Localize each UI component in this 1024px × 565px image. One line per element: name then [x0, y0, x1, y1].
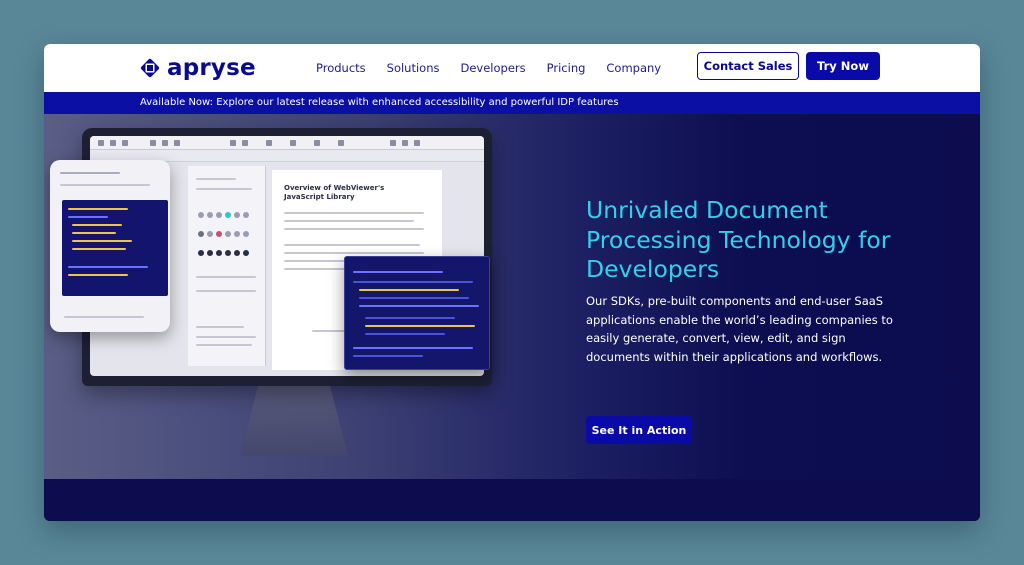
apryse-logo-icon	[140, 58, 160, 78]
see-it-in-action-button[interactable]: See It in Action	[586, 416, 692, 444]
hero-section: Overview of WebViewer's JavaScript Libra…	[44, 114, 980, 479]
announcement-text[interactable]: Available Now: Explore our latest releas…	[140, 97, 619, 108]
contact-sales-button[interactable]: Contact Sales	[697, 52, 799, 80]
phone-illustration	[50, 160, 170, 332]
monitor-stand	[240, 386, 348, 456]
try-now-button[interactable]: Try Now	[806, 52, 880, 80]
phone-code-block	[62, 200, 168, 296]
color-swatches	[196, 204, 260, 261]
hero-description: Our SDKs, pre-built components and end-u…	[586, 294, 893, 364]
logo[interactable]: apryse	[139, 54, 256, 82]
hero-bottom-band	[44, 479, 980, 521]
hero-title: Unrivaled Document Processing Technology…	[586, 196, 891, 283]
nav-products[interactable]: Products	[316, 59, 366, 77]
logo-text: apryse	[167, 55, 256, 81]
nav-developers[interactable]: Developers	[461, 59, 526, 77]
announcement-bar[interactable]: Available Now: Explore our latest releas…	[44, 92, 980, 114]
document-title: Overview of WebViewer's JavaScript Libra…	[284, 184, 385, 201]
main-nav: Products Solutions Developers Pricing Co…	[316, 59, 682, 77]
style-panel	[188, 166, 266, 366]
site-header: apryse Products Solutions Developers Pri…	[44, 44, 980, 92]
nav-company[interactable]: Company	[606, 59, 661, 77]
nav-solutions[interactable]: Solutions	[387, 59, 440, 77]
viewer-toolbar	[90, 136, 484, 150]
nav-pricing[interactable]: Pricing	[547, 59, 586, 77]
code-editor-window	[344, 256, 490, 370]
browser-window: apryse Products Solutions Developers Pri…	[44, 44, 980, 521]
